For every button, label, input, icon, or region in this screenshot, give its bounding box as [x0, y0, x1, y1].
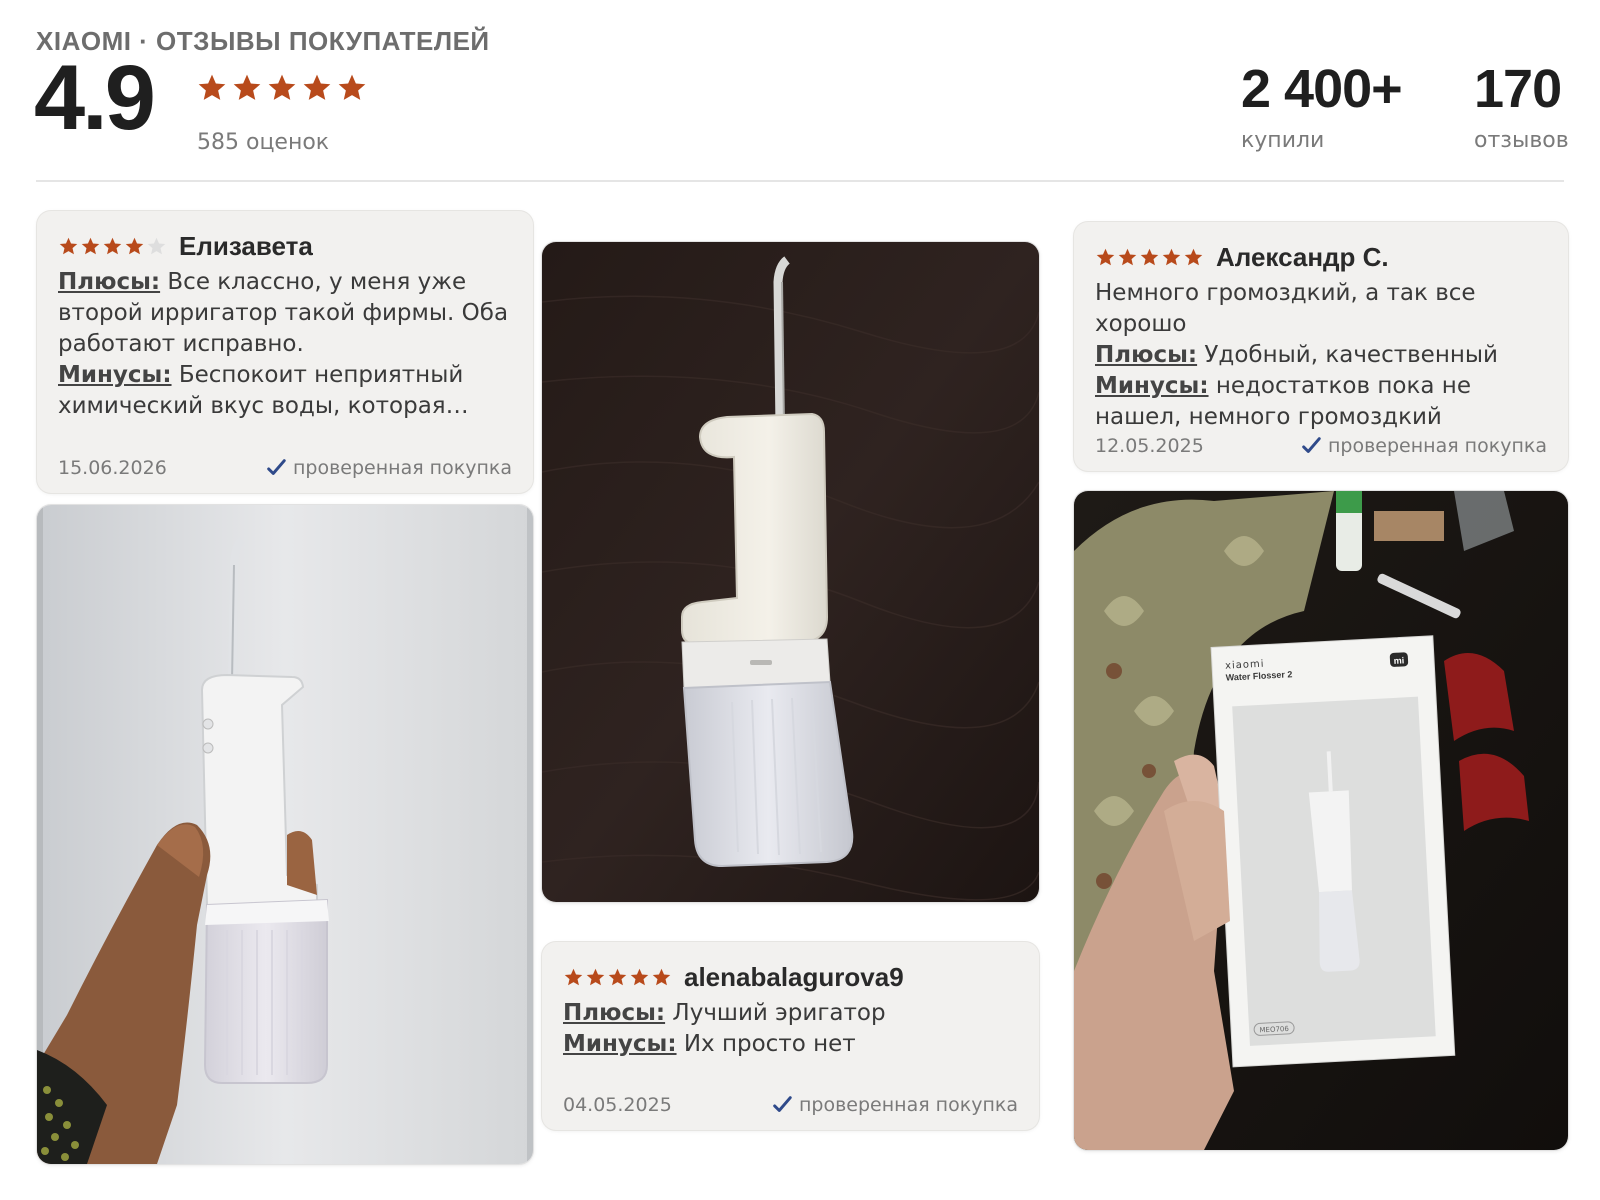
pros-text: Удобный, качественный: [1204, 342, 1499, 368]
verified-label: проверенная покупка: [292, 457, 512, 479]
star-empty-icon: [147, 237, 166, 254]
star-icon: [564, 968, 583, 985]
review-text: Немного громоздкий, а так все хорошо Плю…: [1095, 278, 1547, 433]
header-divider: [36, 180, 1564, 182]
verified-badge: проверенная покупка: [265, 457, 512, 479]
review-author: alenabalagurova9: [684, 961, 904, 992]
average-rating: 4.9: [34, 47, 156, 149]
review-stars: [1095, 247, 1204, 268]
star-icon: [1162, 248, 1181, 265]
review-photo[interactable]: [37, 505, 533, 1164]
star-icon: [1118, 248, 1137, 265]
average-rating-stars: [196, 72, 368, 104]
ratings-count: 585 оценок: [197, 130, 330, 155]
star-icon: [81, 237, 100, 254]
star-icon: [630, 968, 649, 985]
review-header: Елизавета: [58, 229, 512, 263]
star-icon: [608, 968, 627, 985]
star-icon: [652, 968, 671, 985]
review-footer: 15.06.2026 проверенная покупка: [58, 457, 512, 479]
star-icon: [125, 237, 144, 254]
verified-badge: проверенная покупка: [771, 1094, 1018, 1116]
stat-reviews-value: 170: [1474, 59, 1562, 119]
box-logo: mi: [1394, 655, 1405, 666]
stat-reviews-label: отзывов: [1474, 128, 1569, 153]
box-brand: xiaomi: [1225, 659, 1265, 672]
checkmark-icon: [1302, 437, 1321, 453]
review-author: Елизавета: [179, 230, 313, 261]
pros-label: Плюсы:: [58, 269, 161, 295]
review-author: Александр С.: [1216, 241, 1389, 272]
star-icon: [338, 74, 366, 100]
star-icon: [303, 74, 331, 100]
review-footer: 12.05.2025 проверенная покупка: [1095, 435, 1547, 457]
verified-label: проверенная покупка: [798, 1094, 1018, 1116]
cons-label: Минусы:: [58, 362, 172, 388]
star-icon: [268, 74, 296, 100]
cons-text: Их просто нет: [683, 1031, 856, 1057]
star-icon: [1096, 248, 1115, 265]
pros-label: Плюсы:: [563, 1000, 666, 1026]
cons-label: Минусы:: [563, 1031, 677, 1057]
review-header: Александр С.: [1095, 240, 1547, 274]
star-icon: [586, 968, 605, 985]
stat-reviews[interactable]: 170 отзывов: [1474, 62, 1569, 153]
review-date: 04.05.2025: [563, 1094, 672, 1116]
star-icon: [1140, 248, 1159, 265]
review-card[interactable]: Александр С. Немного громоздкий, а так в…: [1074, 222, 1568, 471]
star-icon: [1184, 248, 1203, 265]
star-icon: [233, 74, 261, 100]
verified-label: проверенная покупка: [1327, 435, 1547, 457]
review-photo[interactable]: mi xiaomi Water Flosser 2 MEO706: [1074, 491, 1568, 1150]
verified-badge: проверенная покупка: [1300, 435, 1547, 457]
box-model: MEO706: [1259, 1025, 1289, 1035]
review-lead: Немного громоздкий, а так все хорошо: [1095, 280, 1476, 337]
review-header: alenabalagurova9: [563, 960, 1018, 994]
review-stars: [563, 967, 672, 988]
pros-text: Лучший эригатор: [672, 1000, 886, 1026]
stat-bought: 2 400+ купили: [1241, 59, 1403, 153]
cons-label: Минусы:: [1095, 373, 1209, 399]
star-icon: [103, 237, 122, 254]
review-date: 15.06.2026: [58, 457, 167, 479]
checkmark-icon: [267, 459, 286, 475]
stat-bought-value: 2 400+: [1241, 59, 1403, 119]
pros-label: Плюсы:: [1095, 342, 1198, 368]
review-date: 12.05.2025: [1095, 435, 1204, 457]
review-text: Плюсы: Лучший эригатор Минусы: Их просто…: [563, 998, 1018, 1060]
review-card[interactable]: alenabalagurova9 Плюсы: Лучший эригатор …: [542, 942, 1039, 1130]
stat-bought-label: купили: [1241, 128, 1325, 153]
review-stars: [58, 236, 167, 257]
star-icon: [59, 237, 78, 254]
star-icon: [198, 74, 226, 100]
review-card[interactable]: Елизавета Плюсы: Все классно, у меня уже…: [37, 211, 533, 493]
review-text: Плюсы: Все классно, у меня уже второй ир…: [58, 267, 512, 422]
review-photo[interactable]: [542, 242, 1039, 902]
checkmark-icon: [773, 1096, 792, 1112]
review-footer: 04.05.2025 проверенная покупка: [563, 1094, 1018, 1116]
